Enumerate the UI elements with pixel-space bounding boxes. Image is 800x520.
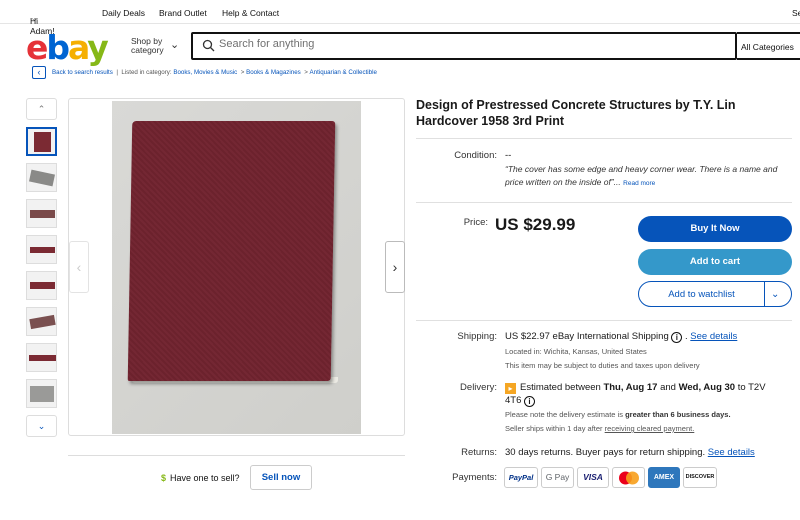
delivery-text: Estimated between [520, 382, 601, 393]
add-to-cart-button[interactable]: Add to cart [638, 249, 792, 275]
breadcrumb-item[interactable]: Antiquarian & Collectible [310, 69, 377, 76]
returns-label: Returns: [461, 447, 497, 458]
item-title: Design of Prestressed Concrete Structure… [416, 98, 736, 128]
watchlist-label: Add to watchlist [668, 289, 735, 300]
divider [68, 455, 405, 456]
postal-code: 4T6 [505, 395, 522, 406]
next-image-button[interactable]: › [385, 241, 405, 293]
buy-it-now-button[interactable]: Buy It Now [638, 216, 792, 242]
search-icon [202, 39, 215, 52]
breadcrumb: Back to search results | Listed in categ… [52, 69, 377, 76]
amex-icon: AMEX [648, 467, 680, 488]
condition-description: “The cover has some edge and heavy corne… [505, 163, 797, 190]
logo-letter: b [46, 28, 70, 67]
visa-icon: VISA [577, 467, 609, 488]
thumbnail[interactable] [26, 235, 57, 264]
back-arrow-icon[interactable]: ‹ [32, 66, 46, 79]
ebay-logo[interactable]: ebay [26, 28, 109, 67]
delivery-note: Please note the delivery estimate is gre… [505, 410, 731, 419]
item-location: Located in: Wichita, Kansas, United Stat… [505, 347, 647, 356]
thumbnail[interactable] [26, 127, 57, 156]
listed-in-label: Listed in category: [121, 69, 172, 76]
shipping-cost: US $22.97 eBay International Shipping i … [505, 331, 738, 343]
condition-value: -- [505, 150, 512, 161]
delivery-text: to T2V [737, 382, 766, 393]
thumbnail-up-button[interactable]: ⌃ [26, 98, 57, 120]
thumbnail[interactable] [26, 343, 57, 372]
mastercard-icon [612, 467, 645, 488]
book-cover [127, 121, 336, 381]
daily-deals-link[interactable]: Daily Deals [102, 8, 145, 18]
sell-link[interactable]: Se [792, 8, 800, 18]
discover-icon: DISCOVER [683, 467, 717, 488]
dollar-icon: $ [161, 473, 167, 483]
payments-label: Payments: [452, 472, 497, 483]
info-icon[interactable]: i [671, 332, 683, 343]
divider [416, 138, 792, 139]
shipping-details-link[interactable]: See details [690, 331, 737, 342]
chevron-down-icon[interactable]: ⌄ [771, 282, 779, 308]
info-icon[interactable]: i [524, 396, 536, 407]
delivery-note-text: Please note the delivery estimate is [505, 410, 623, 419]
thumbnail[interactable] [26, 307, 57, 336]
read-more-link[interactable]: Read more [623, 180, 655, 187]
sell-prompt: $ Have one to sell? [161, 473, 240, 483]
ships-within-text: Seller ships within 1 day after [505, 424, 603, 433]
delivery-text: and [660, 382, 676, 393]
shipping-label: Shipping: [457, 331, 497, 342]
google-pay-icon: G Pay [541, 467, 574, 488]
search-bar [191, 32, 737, 60]
all-categories-select[interactable]: All Categories [737, 32, 800, 60]
price-label: Price: [463, 217, 488, 228]
thumbnail[interactable] [26, 379, 57, 408]
search-input[interactable] [219, 38, 719, 50]
returns-policy: 30 days returns. Buyer pays for return s… [505, 447, 755, 458]
help-contact-link[interactable]: Help & Contact [222, 8, 279, 18]
chevron-down-icon: ⌵ [32, 16, 38, 23]
logo-letter: y [87, 28, 108, 67]
top-nav: Hi Adam! ⌵ Daily Deals Brand Outlet Help … [0, 0, 800, 36]
delivery-note-bold: greater than 6 business days. [625, 410, 731, 419]
brand-outlet-link[interactable]: Brand Outlet [159, 8, 207, 18]
paypal-icon: PayPal [504, 467, 538, 488]
duties-note: This item may be subject to duties and t… [505, 361, 700, 370]
main-image-viewer[interactable]: ‹ › [68, 98, 405, 436]
add-to-watchlist-button[interactable]: Add to watchlist ⌄ [638, 281, 792, 307]
previous-image-button[interactable]: ‹ [69, 241, 89, 293]
shop-by-category-button[interactable]: Shop by category [131, 37, 164, 55]
book-photo [112, 101, 361, 434]
logo-letter: a [68, 28, 89, 67]
delivery-label: Delivery: [460, 382, 497, 393]
thumbnail[interactable] [26, 199, 57, 228]
logo-letter: e [26, 28, 48, 67]
price-value: US $29.99 [495, 215, 576, 234]
breadcrumb-item[interactable]: Books & Magazines [246, 69, 301, 76]
breadcrumb-item[interactable]: Books, Movies & Music [173, 69, 237, 76]
delivery-truck-icon: ▸ [505, 383, 516, 394]
thumbnail-strip: ⌃ ⌄ [26, 98, 58, 437]
back-to-search-link[interactable]: Back to search results [52, 69, 113, 76]
delivery-date-start: Thu, Aug 17 [603, 382, 658, 393]
delivery-date-end: Wed, Aug 30 [678, 382, 736, 393]
divider [416, 320, 792, 321]
chevron-down-icon: ⌄ [170, 39, 180, 51]
ships-within-note: Seller ships within 1 day after receivin… [505, 424, 694, 433]
sell-now-button[interactable]: Sell now [250, 465, 312, 490]
condition-label: Condition: [454, 150, 497, 161]
delivery-estimate: ▸ Estimated between Thu, Aug 17 and Wed, … [505, 382, 766, 394]
shipping-cost-text: US $22.97 eBay International Shipping [505, 331, 669, 342]
divider [416, 202, 792, 203]
returns-text: 30 days returns. Buyer pays for return s… [505, 447, 706, 458]
category-text: category [131, 45, 164, 55]
cleared-payment-link[interactable]: receiving cleared payment. [605, 424, 695, 433]
sell-question: Have one to sell? [170, 473, 240, 483]
thumbnail[interactable] [26, 163, 57, 192]
thumbnail-down-button[interactable]: ⌄ [26, 415, 57, 437]
thumbnail[interactable] [26, 271, 57, 300]
mastercard-logo [618, 471, 639, 485]
delivery-postal: 4T6 i [505, 395, 536, 407]
returns-details-link[interactable]: See details [708, 447, 755, 458]
